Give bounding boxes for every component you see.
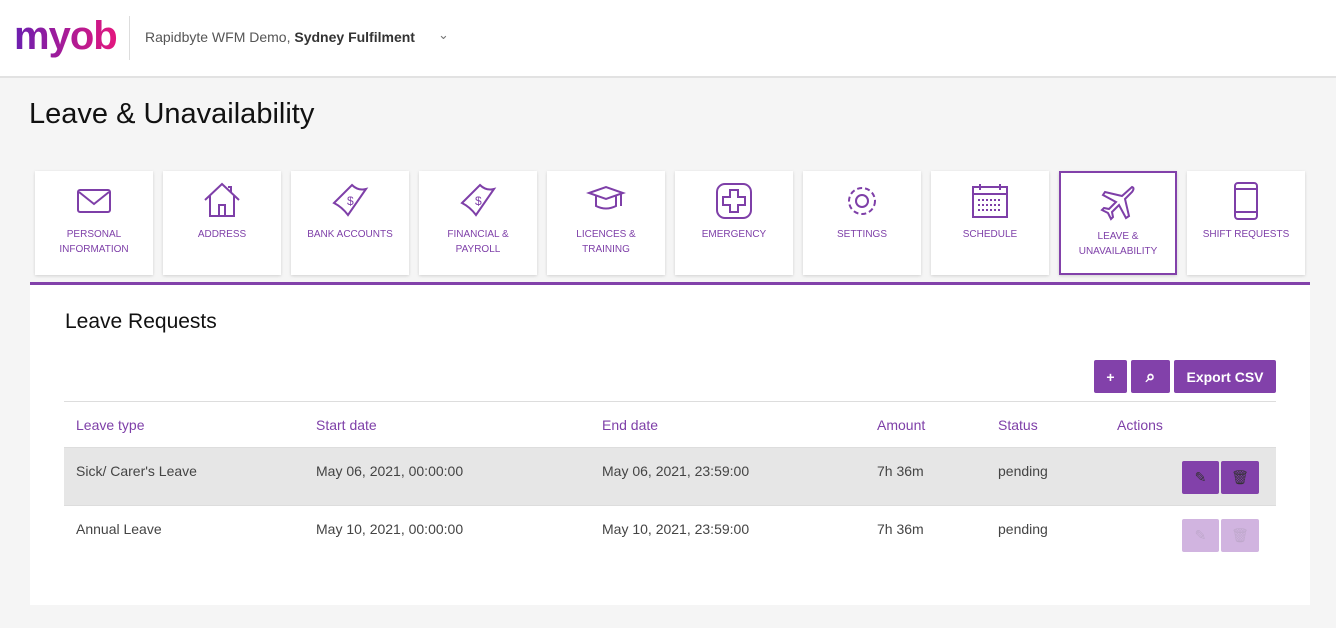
tile-label: PERSONAL INFORMATION — [35, 227, 153, 257]
org-prefix: Rapidbyte WFM Demo, — [145, 29, 290, 45]
tile-label: EMERGENCY — [675, 227, 793, 242]
leave-type: Sick/ Carer's Leave — [76, 463, 197, 479]
graduation-cap-icon — [586, 181, 626, 221]
tile-personal-information[interactable]: PERSONAL INFORMATION — [35, 171, 153, 275]
airplane-icon — [1098, 183, 1138, 223]
tile-emergency[interactable]: EMERGENCY — [675, 171, 793, 275]
tile-label: ADDRESS — [163, 227, 281, 242]
envelope-icon — [74, 181, 114, 221]
tile-label: BANK ACCOUNTS — [291, 227, 409, 242]
add-button[interactable]: + — [1094, 360, 1127, 393]
leave-requests-panel: Leave Requests + ⌕ Export CSV Leave type… — [30, 285, 1310, 605]
page-title: Leave & Unavailability — [29, 98, 314, 131]
trash-icon: 🗑 — [1231, 469, 1249, 486]
col-amount[interactable]: Amount — [877, 417, 925, 433]
org-selector[interactable]: Rapidbyte WFM Demo, Sydney Fulfilment — [145, 29, 415, 45]
col-start-date[interactable]: Start date — [316, 417, 377, 433]
delete-button[interactable]: 🗑 — [1221, 461, 1259, 494]
col-status[interactable]: Status — [998, 417, 1038, 433]
table-row[interactable]: Annual Leave May 10, 2021, 00:00:00 May … — [64, 505, 1276, 563]
calendar-icon — [970, 181, 1010, 221]
end-date: May 06, 2021, 23:59:00 — [602, 463, 749, 479]
leave-type: Annual Leave — [76, 521, 162, 537]
section-title: Leave Requests — [65, 310, 217, 334]
tile-shift-requests[interactable]: SHIFT REQUESTS — [1187, 171, 1305, 275]
house-icon — [202, 181, 242, 221]
pencil-icon: ✎ — [1195, 527, 1207, 544]
status: pending — [998, 521, 1048, 537]
tile-leave-unavailability[interactable]: LEAVE & UNAVAILABILITY — [1059, 171, 1177, 275]
export-csv-button[interactable]: Export CSV — [1174, 360, 1276, 393]
top-bar: myob Rapidbyte WFM Demo, Sydney Fulfilme… — [0, 0, 1336, 78]
delete-button-disabled: 🗑 — [1221, 519, 1259, 552]
amount: 7h 36m — [877, 521, 924, 537]
tile-bank-accounts[interactable]: $ BANK ACCOUNTS — [291, 171, 409, 275]
svg-text:$: $ — [475, 194, 482, 208]
tile-financial-payroll[interactable]: $ FINANCIAL & PAYROLL — [419, 171, 537, 275]
col-end-date[interactable]: End date — [602, 417, 658, 433]
tile-schedule[interactable]: SCHEDULE — [931, 171, 1049, 275]
medical-cross-icon — [714, 181, 754, 221]
tile-label: SETTINGS — [803, 227, 921, 242]
trash-icon: 🗑 — [1231, 527, 1249, 544]
tile-label: LICENCES & TRAINING — [547, 227, 665, 257]
status: pending — [998, 463, 1048, 479]
divider — [129, 16, 130, 60]
tile-label: LEAVE & UNAVAILABILITY — [1061, 229, 1175, 259]
tile-label: SHIFT REQUESTS — [1187, 227, 1305, 242]
table-header: Leave type Start date End date Amount St… — [64, 401, 1276, 447]
chevron-down-icon[interactable]: ⌄ — [438, 27, 449, 43]
myob-logo[interactable]: myob — [14, 14, 117, 59]
table-row[interactable]: Sick/ Carer's Leave May 06, 2021, 00:00:… — [64, 447, 1276, 505]
end-date: May 10, 2021, 23:59:00 — [602, 521, 749, 537]
col-leave-type[interactable]: Leave type — [76, 417, 145, 433]
tile-label: SCHEDULE — [931, 227, 1049, 242]
tile-licences-training[interactable]: LICENCES & TRAINING — [547, 171, 665, 275]
svg-text:$: $ — [347, 194, 354, 208]
search-button[interactable]: ⌕ — [1131, 360, 1170, 393]
col-actions: Actions — [1117, 417, 1163, 433]
start-date: May 10, 2021, 00:00:00 — [316, 521, 463, 537]
start-date: May 06, 2021, 00:00:00 — [316, 463, 463, 479]
money-icon: $ — [330, 181, 370, 221]
gear-icon — [842, 181, 882, 221]
pencil-icon: ✎ — [1195, 469, 1207, 486]
tile-address[interactable]: ADDRESS — [163, 171, 281, 275]
org-name: Sydney Fulfilment — [294, 29, 415, 45]
money-icon: $ — [458, 181, 498, 221]
edit-button[interactable]: ✎ — [1182, 461, 1219, 494]
tile-label: FINANCIAL & PAYROLL — [419, 227, 537, 257]
edit-button-disabled: ✎ — [1182, 519, 1219, 552]
phone-icon — [1226, 181, 1266, 221]
tile-settings[interactable]: SETTINGS — [803, 171, 921, 275]
amount: 7h 36m — [877, 463, 924, 479]
